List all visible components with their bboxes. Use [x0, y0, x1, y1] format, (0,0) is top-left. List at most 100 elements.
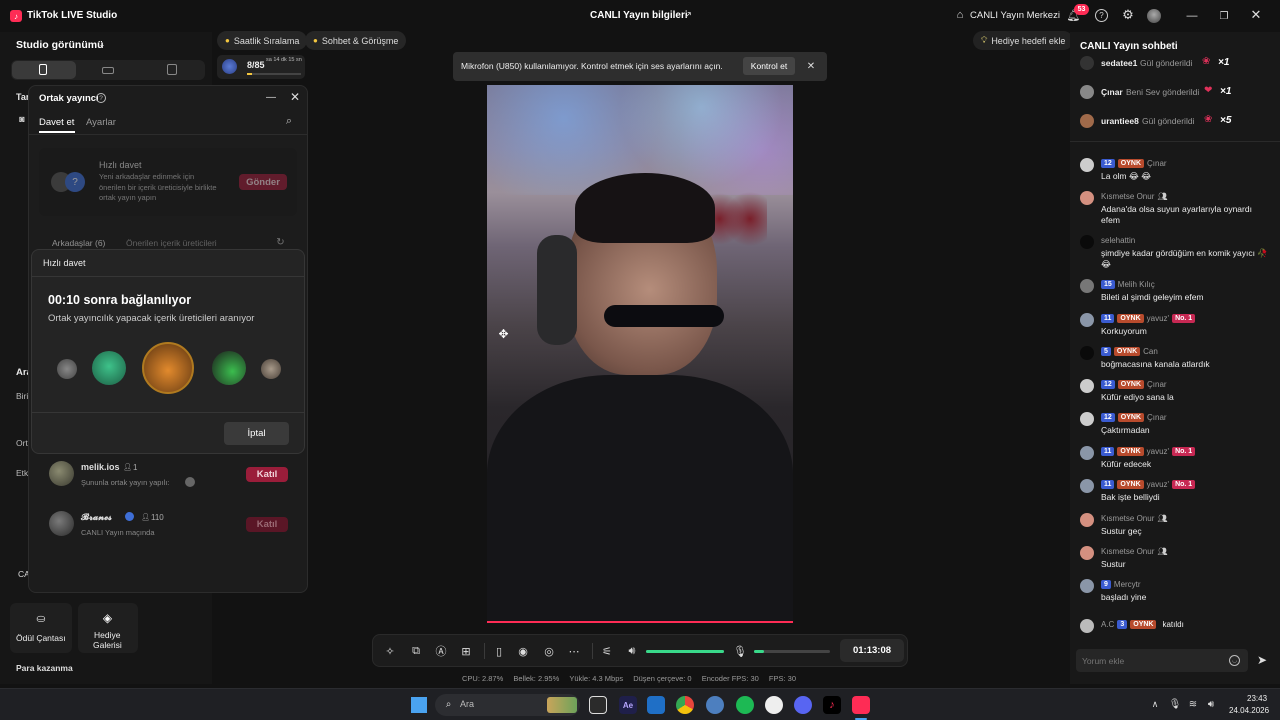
chat-user-avatar[interactable] [1080, 191, 1094, 205]
gift-user-avatar[interactable] [1080, 85, 1094, 99]
file-explorer-icon[interactable] [589, 696, 607, 714]
stream-info-title[interactable]: CANLI Yayın bilgileri [590, 10, 688, 21]
minimize-icon[interactable]: — [1186, 10, 1198, 22]
send-icon[interactable]: ➤ [1255, 653, 1269, 667]
network-app-icon[interactable] [706, 696, 724, 714]
mixer-icon[interactable]: ⚟ [599, 643, 615, 659]
chat-user-avatar[interactable] [1080, 279, 1094, 293]
check-button[interactable]: Kontrol et [743, 57, 795, 75]
maximize-icon[interactable]: ❐ [1218, 10, 1230, 22]
chat-user-avatar[interactable] [1080, 313, 1094, 327]
discord-icon[interactable] [794, 696, 812, 714]
hourly-rank-pill[interactable]: ● Saatlik Sıralama [217, 31, 308, 50]
chat-user-avatar[interactable] [1080, 479, 1094, 493]
wifi-icon[interactable]: ≋ [1187, 698, 1199, 710]
refresh-icon[interactable]: ↻ [275, 237, 286, 248]
gift-user-avatar[interactable] [1080, 114, 1094, 128]
goal-progress-card[interactable]: 8/85 sa 14 dk 15 sn [217, 55, 305, 79]
chat-username[interactable]: Çınar [1147, 413, 1167, 422]
gift-goal-pill[interactable]: 💡︎ Hediye hedefi ekle [973, 31, 1074, 50]
profile-avatar[interactable] [1147, 9, 1161, 23]
tiktok-icon[interactable]: ♪ [823, 696, 841, 714]
send-button[interactable]: Gönder [239, 174, 287, 190]
live-center-link[interactable]: CANLI Yayın Merkezi [970, 10, 1060, 21]
translate-icon[interactable]: ⧉ [408, 643, 424, 659]
chat-user-avatar[interactable] [1080, 546, 1094, 560]
chat-username[interactable]: Çınar [1147, 159, 1167, 168]
comment-input-box[interactable]: ◡ [1076, 649, 1248, 672]
after-effects-icon[interactable]: Ae [619, 696, 637, 714]
phone-icon[interactable]: ▯ [491, 643, 507, 659]
chat-user-avatar[interactable] [1080, 412, 1094, 426]
studio-view-label[interactable]: Studio görünümü [16, 39, 103, 51]
windows-start-icon[interactable] [411, 697, 427, 713]
ai-icon[interactable]: Ⓐ [433, 643, 449, 659]
record-icon[interactable]: ◉ [515, 643, 531, 659]
magic-wand-icon[interactable]: ✧ [382, 643, 398, 659]
chevron-up-icon[interactable]: ∧ [1149, 698, 1161, 710]
chat-username[interactable]: Can [1143, 347, 1158, 356]
volume-tray-icon[interactable]: 🔊︎ [1205, 698, 1217, 710]
chat-username[interactable]: Kısmetse Onur [1101, 514, 1154, 523]
chat-username[interactable]: A.C [1101, 620, 1114, 629]
chat-user-avatar[interactable] [1080, 579, 1094, 593]
chat-username[interactable]: yavuz' [1147, 314, 1169, 323]
emoji-icon[interactable]: ◡ [1229, 655, 1240, 666]
cancel-button[interactable]: İptal [224, 422, 289, 445]
chat-username[interactable]: Kısmetse Onur [1101, 547, 1154, 556]
search-icon[interactable]: ⌕ [283, 115, 295, 127]
chat-username[interactable]: yavuz' [1147, 447, 1169, 456]
reward-bag-button[interactable]: ⛀ Ödül Çantası [10, 603, 72, 653]
chat-user-avatar[interactable] [1080, 513, 1094, 527]
github-icon[interactable] [765, 696, 783, 714]
minimize-panel-icon[interactable]: — [265, 91, 277, 103]
chrome-icon[interactable] [676, 696, 694, 714]
taskbar-search[interactable]: ⌕ Ara [435, 694, 580, 716]
tab-invite[interactable]: Davet et [39, 117, 74, 128]
multi-layout-icon[interactable] [167, 64, 177, 75]
help-icon[interactable]: ? [1095, 9, 1108, 22]
chat-user-avatar[interactable] [1080, 158, 1094, 172]
speaker-icon[interactable]: 🔊︎ [624, 643, 640, 659]
gift-gallery-button[interactable]: ◈ Hediye Galerisi [78, 603, 138, 653]
chat-user-avatar[interactable] [1080, 619, 1094, 633]
spotify-icon[interactable] [736, 696, 754, 714]
close-panel-icon[interactable]: ✕ [289, 90, 301, 104]
friend-avatar[interactable] [49, 461, 74, 486]
mic-tray-icon[interactable]: 🎙︎ [1169, 698, 1182, 710]
screenshot-icon[interactable]: ◎ [541, 643, 557, 659]
tab-settings[interactable]: Ayarlar [86, 117, 116, 128]
comment-input[interactable] [1082, 653, 1222, 668]
chat-user-avatar[interactable] [1080, 446, 1094, 460]
clock-date[interactable]: 24.04.2026 [1229, 706, 1269, 715]
mic-slider[interactable] [754, 650, 830, 653]
more-icon[interactable]: ⋯ [566, 643, 582, 659]
chat-username[interactable]: yavuz' [1147, 480, 1169, 489]
close-toast-icon[interactable]: ✕ [805, 60, 817, 72]
camera-icon[interactable]: ◙ [16, 114, 28, 124]
friend-avatar[interactable] [49, 511, 74, 536]
close-icon[interactable]: ✕ [1250, 7, 1262, 22]
chat-username[interactable]: Çınar [1147, 380, 1167, 389]
chat-user-avatar[interactable] [1080, 379, 1094, 393]
suggested-tab[interactable]: Önerilen içerik üreticileri [126, 238, 217, 248]
chat-username[interactable]: Kısmetse Onur [1101, 192, 1154, 201]
volume-slider[interactable] [646, 650, 724, 653]
join-button[interactable]: Katıl [246, 467, 288, 482]
chat-username[interactable]: Melih Kılıç [1118, 280, 1155, 289]
chat-username[interactable]: selehattin [1101, 236, 1135, 245]
microphone-icon[interactable]: 🎙︎ [732, 643, 748, 659]
clock-time[interactable]: 23:43 [1247, 694, 1267, 703]
tiktok-live-studio-icon[interactable] [852, 696, 870, 714]
chat-user-avatar[interactable] [1080, 235, 1094, 249]
gift-user-avatar[interactable] [1080, 56, 1094, 70]
info-icon[interactable]: ? [96, 93, 106, 103]
home-icon[interactable]: ⌂ [954, 9, 966, 21]
add-source-icon[interactable]: ⊞ [458, 643, 474, 659]
chat-user-avatar[interactable] [1080, 346, 1094, 360]
chat-meet-pill[interactable]: ● Sohbet & Görüşme [305, 31, 407, 50]
video-preview[interactable] [487, 85, 793, 623]
chevron-down-icon[interactable]: ⌄ [97, 39, 107, 49]
landscape-icon[interactable] [102, 67, 114, 74]
share-icon[interactable]: ↗ [682, 9, 694, 21]
